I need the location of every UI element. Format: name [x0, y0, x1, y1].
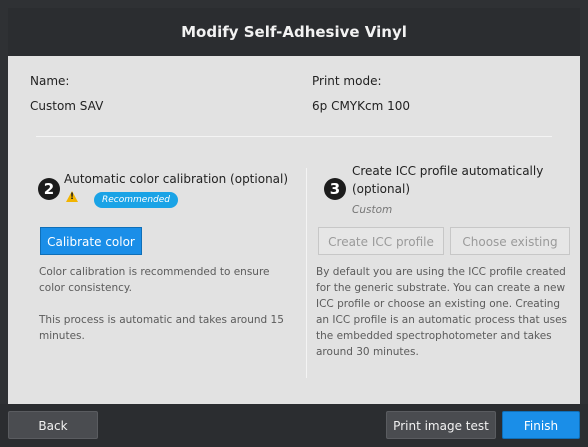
section-divider: [306, 168, 307, 378]
calibration-paragraph-1: Color calibration is recommended to ensu…: [39, 266, 270, 294]
name-value: Custom SAV: [30, 99, 104, 113]
warning-icon-mark: !: [70, 192, 75, 202]
divider: [36, 136, 552, 137]
dialog-title: Modify Self-Adhesive Vinyl: [8, 8, 580, 56]
icc-subtitle: Custom: [352, 204, 393, 216]
print-mode-label: Print mode:: [312, 74, 382, 88]
back-button[interactable]: Back: [8, 411, 98, 439]
modify-substrate-dialog: Modify Self-Adhesive Vinyl Name: Custom …: [0, 0, 588, 447]
calibration-description: Color calibration is recommended to ensu…: [39, 264, 294, 344]
finish-button[interactable]: Finish: [502, 411, 580, 439]
step-2-icon: 2: [38, 178, 60, 200]
recommended-badge: Recommended: [94, 192, 178, 208]
print-image-test-button[interactable]: Print image test: [386, 411, 496, 439]
calibration-title: Automatic color calibration (optional): [64, 172, 289, 186]
calibrate-color-button[interactable]: Calibrate color: [40, 227, 142, 255]
choose-existing-button[interactable]: Choose existing: [450, 227, 570, 255]
print-mode-value: 6p CMYKcm 100: [312, 99, 411, 113]
step-3-icon: 3: [324, 178, 346, 200]
name-label: Name:: [30, 74, 70, 88]
icc-title-line2: (optional): [352, 182, 410, 196]
icc-title-line1: Create ICC profile automatically: [352, 164, 544, 178]
icc-description: By default you are using the ICC profile…: [316, 266, 568, 358]
create-icc-profile-button[interactable]: Create ICC profile: [318, 227, 444, 255]
calibration-paragraph-2: This process is automatic and takes arou…: [39, 314, 284, 342]
dialog-content: Name: Custom SAV Print mode: 6p CMYKcm 1…: [8, 56, 580, 404]
